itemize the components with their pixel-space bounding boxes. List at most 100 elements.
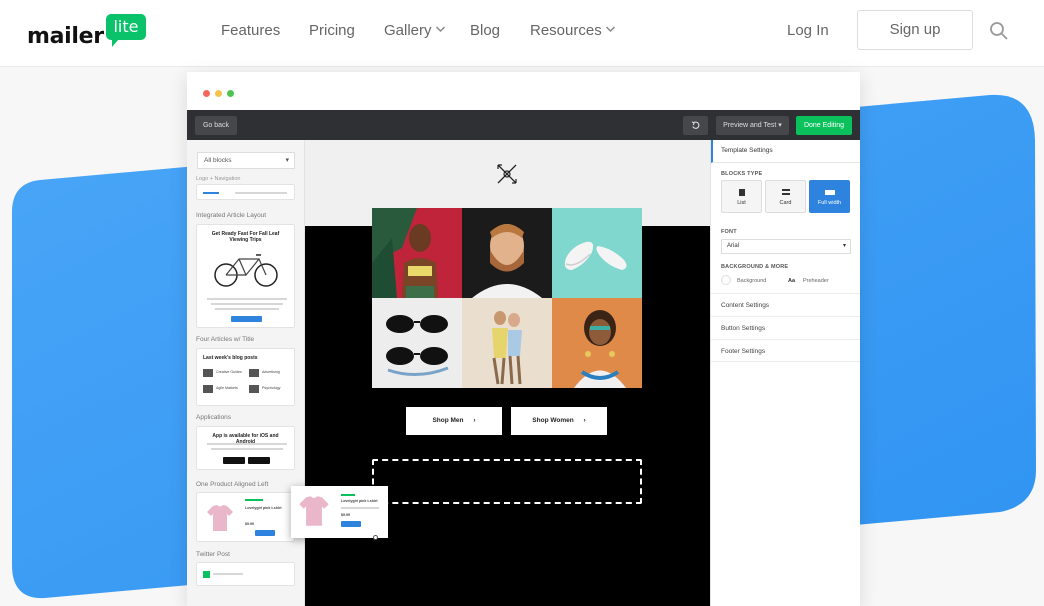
text-line	[211, 303, 283, 305]
close-dot	[203, 90, 210, 97]
blocks-type-full-width-label: Full width	[817, 200, 842, 206]
text-line	[211, 448, 283, 450]
go-back-button[interactable]: Go back	[195, 116, 237, 135]
maximize-dot	[227, 90, 234, 97]
nav-pricing[interactable]: Pricing	[309, 22, 355, 39]
block-title: Get Ready Fast For Fall Leaf Viewing Tri…	[211, 231, 280, 243]
background-color-swatch[interactable]	[721, 275, 731, 285]
cut-section-title: Logo + Navigation	[196, 176, 241, 182]
article-thumb	[203, 369, 213, 377]
article-thumb	[249, 385, 259, 393]
chevron-down-icon	[605, 26, 615, 33]
footer-settings-row[interactable]: Footer Settings	[711, 339, 860, 362]
blocks-type-list-label: List	[737, 200, 746, 206]
preview-test-button[interactable]: Preview and Test ▾	[716, 116, 789, 135]
search-icon[interactable]	[989, 21, 1009, 41]
text-line	[207, 298, 287, 300]
background-more-label: BACKGROUND & MORE	[721, 264, 789, 270]
block-four-articles[interactable]: Last week's blog posts Creative Guides A…	[196, 348, 295, 406]
background-label: Background	[737, 278, 767, 284]
tag-line	[245, 499, 263, 501]
content-settings-row[interactable]: Content Settings	[711, 293, 860, 316]
dragged-buy-button	[341, 521, 361, 527]
article-title: Psychology	[262, 386, 281, 390]
nav-gallery-label: Gallery	[384, 22, 432, 39]
bicycle-image	[214, 254, 278, 287]
article-title: Agile Markets	[216, 386, 238, 390]
chevron-right-icon: ›	[583, 417, 586, 424]
product-title: Lovelygirl pink t-shirt	[245, 506, 282, 510]
shop-women-button[interactable]: Shop Women ›	[511, 407, 607, 435]
article-title: Creative Guides	[216, 370, 242, 374]
settings-panel: Template Settings BLOCKS TYPE List Card …	[710, 140, 860, 606]
dragged-product-price: $9.99	[341, 513, 350, 517]
section-integrated-article: Integrated Article Layout	[196, 212, 267, 219]
preheader-icon: Aa	[788, 278, 796, 284]
minimize-dot	[215, 90, 222, 97]
photo-white-sneakers	[552, 208, 642, 298]
app-store-badge	[223, 457, 245, 464]
blocks-filter-select[interactable]: All blocks	[197, 152, 295, 169]
done-editing-button[interactable]: Done Editing	[796, 116, 852, 135]
tshirt-image	[207, 505, 233, 531]
nav-features[interactable]: Features	[221, 22, 280, 39]
block-logo-navigation[interactable]	[196, 184, 295, 200]
photo-couple	[462, 298, 552, 388]
shop-men-label: Shop Men	[432, 417, 464, 424]
buy-button-preview	[255, 530, 275, 536]
logo-badge: lite	[106, 14, 146, 47]
logo-word: mailer	[27, 24, 104, 49]
photo-sunglasses	[372, 298, 462, 388]
drop-zone[interactable]	[372, 459, 642, 504]
editor-window: Go back Preview and Test ▾ Done Editing …	[187, 72, 860, 606]
full-width-icon	[824, 190, 835, 195]
text-line	[341, 507, 379, 509]
photo-woman-tropical	[372, 208, 462, 298]
blocks-type-card[interactable]: Card	[765, 180, 806, 213]
dragged-product-title: Lovelygirl pink t-shirt	[341, 499, 378, 503]
preheader-label[interactable]: Preheader	[803, 278, 829, 284]
photo-bearded-man	[462, 208, 552, 298]
drag-handle[interactable]	[373, 535, 378, 540]
template-settings-header[interactable]: Template Settings	[711, 140, 860, 163]
article-thumb	[249, 369, 259, 377]
block-integrated-article[interactable]: Get Ready Fast For Fall Leaf Viewing Tri…	[196, 224, 295, 328]
shop-men-button[interactable]: Shop Men ›	[406, 407, 502, 435]
button-settings-row[interactable]: Button Settings	[711, 316, 860, 339]
top-navigation: mailer lite Features Pricing Gallery Blo…	[0, 0, 1044, 67]
photo-grid[interactable]	[372, 208, 642, 388]
block-one-product[interactable]: Lovelygirl pink t-shirt $9.99	[196, 492, 295, 542]
product-price: $9.99	[245, 522, 254, 526]
undo-button[interactable]	[683, 116, 708, 135]
tshirt-image	[299, 496, 329, 526]
block-applications[interactable]: App is available for iOS and Android	[196, 426, 295, 470]
nav-resources[interactable]: Resources	[530, 22, 616, 39]
text-line	[213, 573, 243, 575]
tag-line	[341, 494, 355, 496]
chevron-down-icon	[435, 26, 445, 33]
blocks-type-full-width[interactable]: Full width	[809, 180, 850, 213]
blocks-type-list[interactable]: List	[721, 180, 762, 213]
section-one-product: One Product Aligned Left	[196, 481, 269, 488]
twitter-avatar	[203, 571, 210, 578]
font-select[interactable]: Arial	[721, 239, 851, 254]
section-four-articles: Four Articles w/ Title	[196, 336, 255, 343]
signup-button[interactable]: Sign up	[857, 10, 973, 50]
blocks-type-card-label: Card	[779, 200, 792, 206]
nav-gallery[interactable]: Gallery	[384, 22, 446, 39]
photo-woman-glasses	[552, 298, 642, 388]
window-titlebar	[187, 72, 860, 110]
list-icon	[738, 189, 745, 196]
nav-blog[interactable]: Blog	[470, 22, 500, 39]
article-thumb	[203, 385, 213, 393]
block-twitter-post[interactable]	[196, 562, 295, 586]
login-link[interactable]: Log In	[787, 22, 829, 39]
section-twitter-post: Twitter Post	[196, 551, 230, 558]
section-applications: Applications	[196, 414, 232, 421]
read-more-button-preview	[231, 316, 262, 322]
chevron-right-icon: ›	[473, 417, 476, 424]
text-line	[215, 308, 279, 310]
shop-women-label: Shop Women	[532, 417, 574, 424]
dragged-product-block[interactable]: Lovelygirl pink t-shirt $9.99	[291, 486, 388, 538]
nav-resources-label: Resources	[530, 22, 602, 39]
